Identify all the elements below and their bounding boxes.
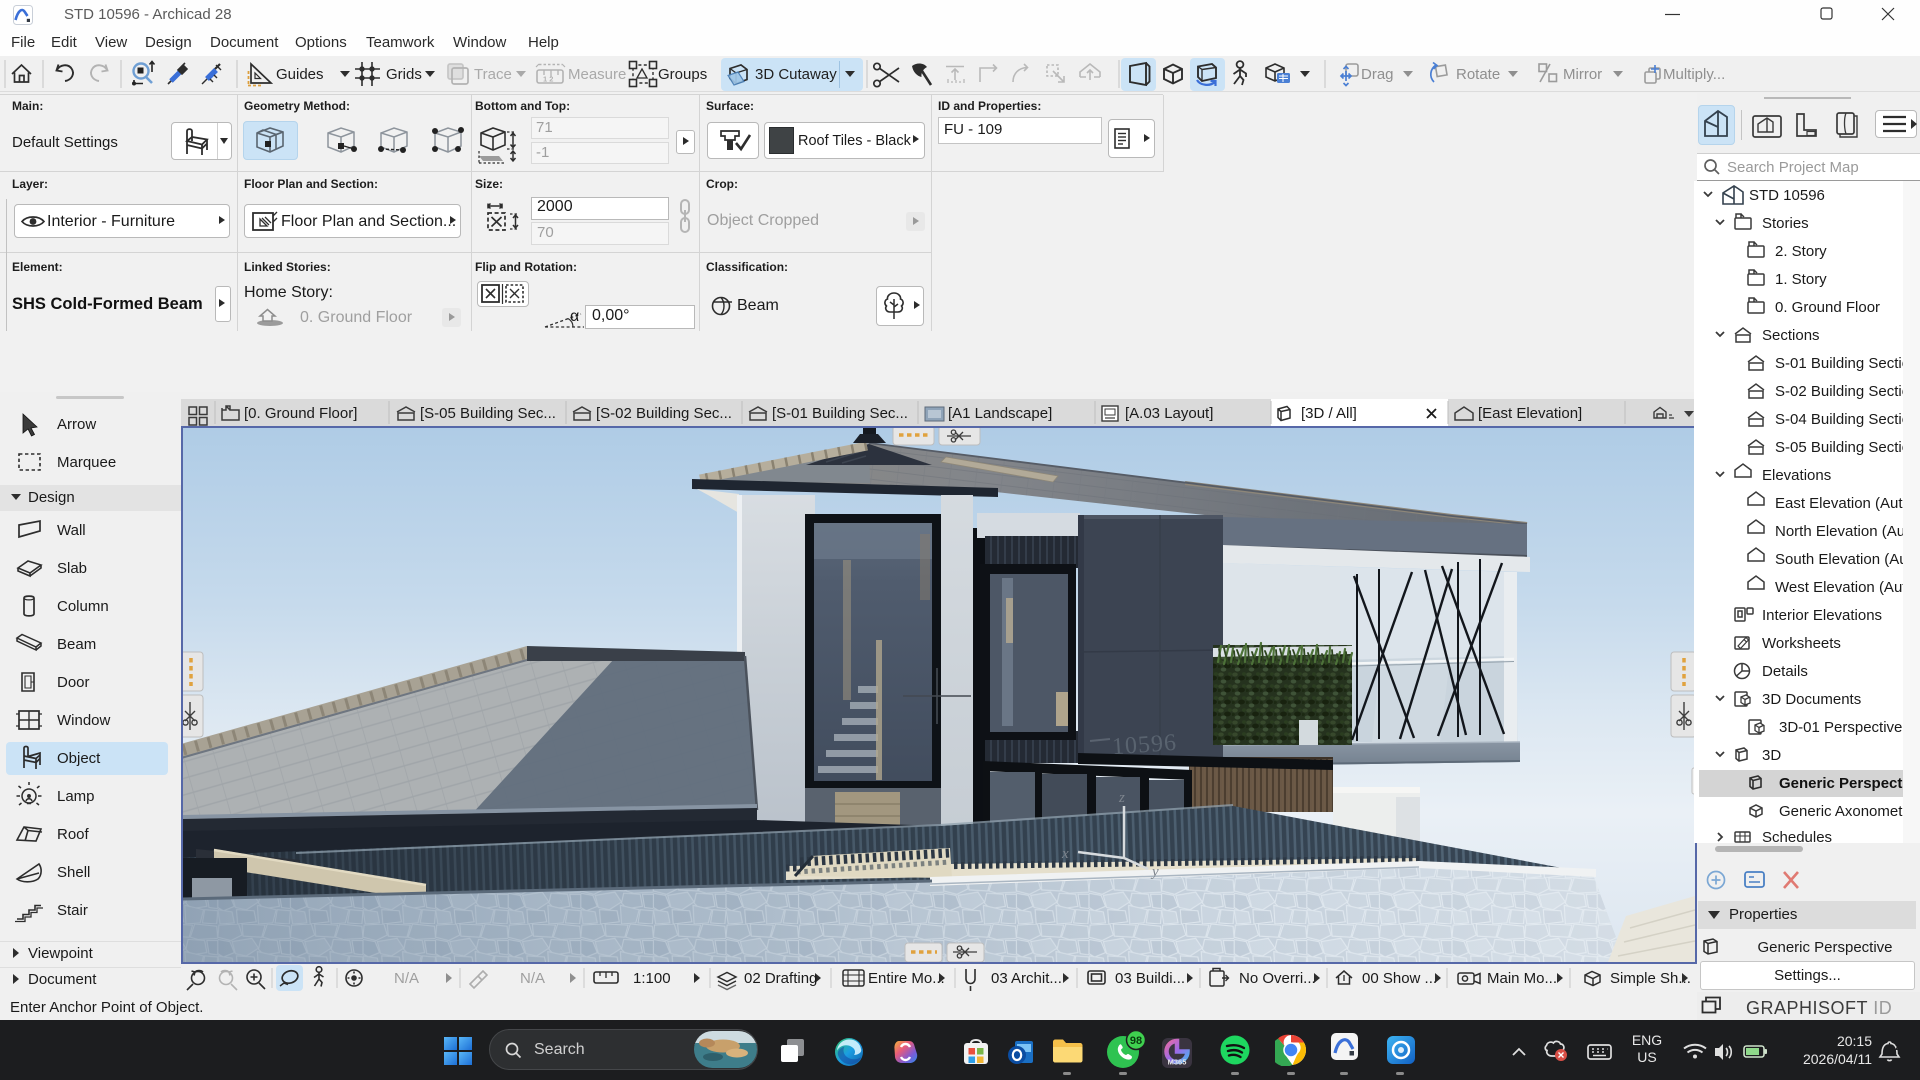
svg-text:98: 98 (1130, 1035, 1142, 1047)
svg-text:M365: M365 (1168, 1058, 1187, 1067)
svg-text:z: z (1895, 1042, 1900, 1052)
